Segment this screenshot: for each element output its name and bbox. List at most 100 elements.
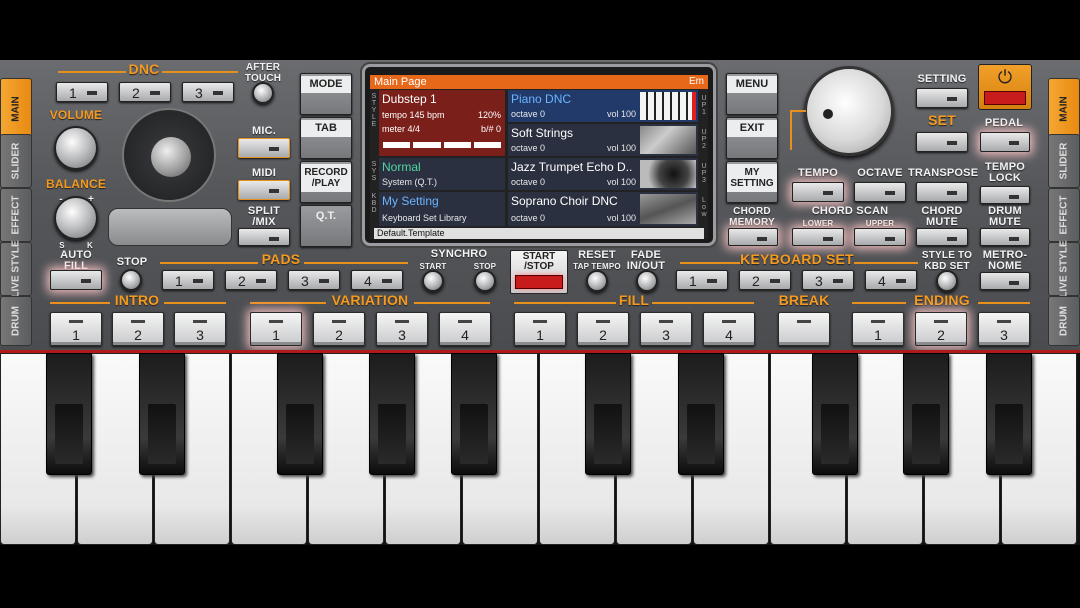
sidetab-main-left[interactable]: MAIN <box>0 78 32 140</box>
set-button[interactable] <box>916 132 968 152</box>
volume-knob[interactable] <box>54 126 98 170</box>
variation-button-1[interactable]: 1 <box>250 312 302 346</box>
fill-button-3[interactable]: 3 <box>640 312 692 346</box>
sidetab-livestyle-left[interactable]: LIVE STYLE <box>0 240 32 298</box>
intro-button-2[interactable]: 2 <box>112 312 164 346</box>
joystick-icon[interactable] <box>122 108 216 202</box>
split-mix-button[interactable] <box>238 228 290 246</box>
chord-scan-lower-button[interactable] <box>792 228 844 246</box>
black-key[interactable] <box>46 353 92 475</box>
black-key[interactable] <box>369 353 415 475</box>
fill-button-2[interactable]: 2 <box>577 312 629 346</box>
intro-button-1[interactable]: 1 <box>50 312 102 346</box>
transpose-button[interactable] <box>916 182 968 202</box>
pad-button-3[interactable]: 3 <box>288 270 340 290</box>
dnc-line-left <box>58 71 126 73</box>
qt-button[interactable]: Q.T. <box>300 205 352 247</box>
lcd-sys-cell[interactable]: Normal System (Q.T.) <box>379 158 505 190</box>
ending-button-2[interactable]: 2 <box>915 312 967 346</box>
dnc-button-1[interactable]: 1 <box>56 82 108 102</box>
intro-button-3[interactable]: 3 <box>174 312 226 346</box>
record-play-button[interactable]: RECORD /PLAY <box>300 161 352 203</box>
pedal-button[interactable] <box>980 132 1030 152</box>
tempo-button[interactable] <box>792 182 844 202</box>
tab-button[interactable]: TAB <box>300 117 352 159</box>
chord-mute-button[interactable] <box>916 228 968 246</box>
chord-scan-upper-button[interactable] <box>854 228 906 246</box>
exit-button[interactable]: EXIT <box>726 117 778 159</box>
pads-stop-knob[interactable] <box>120 269 142 291</box>
dnc-button-2[interactable]: 2 <box>119 82 171 102</box>
variation-button-4[interactable]: 4 <box>439 312 491 346</box>
dnc-button-3[interactable]: 3 <box>182 82 234 102</box>
sidetab-slider-right[interactable]: SLIDER <box>1048 134 1080 188</box>
break-label: BREAK <box>778 292 830 308</box>
kbdset-button-4[interactable]: 4 <box>865 270 917 290</box>
lcd-part-up3[interactable]: Jazz Trumpet Echo D.. octave 0 vol 100 <box>508 158 698 190</box>
black-key[interactable] <box>585 353 631 475</box>
lcd-style-cell[interactable]: Dubstep 1 tempo 145 bpm 120% meter 4/4 b… <box>379 90 505 156</box>
style-to-kbd-knob[interactable] <box>936 270 958 292</box>
part-up2-name: Soft Strings <box>511 126 574 140</box>
setting-button[interactable] <box>916 88 968 108</box>
pad-button-4[interactable]: 4 <box>351 270 403 290</box>
pad-button-2[interactable]: 2 <box>225 270 277 290</box>
power-button[interactable]: ⏻ <box>978 64 1032 110</box>
sidetab-effect-left[interactable]: EFFECT <box>0 188 32 242</box>
ending-button-3[interactable]: 3 <box>978 312 1030 346</box>
lcd-part-up2[interactable]: Soft Strings octave 0 vol 100 <box>508 124 698 156</box>
start-stop-button[interactable]: START /STOP <box>510 250 568 294</box>
synchro-start-knob[interactable] <box>422 270 444 292</box>
reset-knob[interactable] <box>586 270 608 292</box>
mic-button[interactable] <box>238 138 290 158</box>
variation-button-2[interactable]: 2 <box>313 312 365 346</box>
black-key[interactable] <box>678 353 724 475</box>
tempo-dial-icon[interactable] <box>804 66 894 156</box>
sidetab-drum-right[interactable]: DRUM <box>1048 296 1080 346</box>
kbdset-button-1[interactable]: 1 <box>676 270 728 290</box>
drum-mute-button[interactable] <box>980 228 1030 246</box>
menu-button[interactable]: MENU <box>726 73 778 115</box>
piano-keyboard <box>0 350 1080 545</box>
midi-button[interactable] <box>238 180 290 200</box>
pitch-pad[interactable] <box>108 208 232 246</box>
ending-button-1[interactable]: 1 <box>852 312 904 346</box>
drum-mute-label: DRUM MUTE <box>988 205 1022 228</box>
fill-line-left <box>514 302 616 304</box>
black-key[interactable] <box>451 353 497 475</box>
kbdset-button-2[interactable]: 2 <box>739 270 791 290</box>
sidetab-slider-left[interactable]: SLIDER <box>0 134 32 188</box>
choir-thumb <box>640 194 696 224</box>
mode-button[interactable]: MODE <box>300 73 352 115</box>
auto-fill-button[interactable] <box>50 270 102 290</box>
sidetab-drum-left[interactable]: DRUM <box>0 296 32 346</box>
black-key[interactable] <box>903 353 949 475</box>
lcd-part-low[interactable]: Soprano Choir DNC octave 0 vol 100 <box>508 192 698 226</box>
black-key[interactable] <box>812 353 858 475</box>
kbdset-button-3[interactable]: 3 <box>802 270 854 290</box>
lcd-kbd-cell[interactable]: My Setting Keyboard Set Library <box>379 192 505 226</box>
after-touch-knob[interactable] <box>252 82 274 104</box>
fill-button-4[interactable]: 4 <box>703 312 755 346</box>
lcd-part-up1[interactable]: Piano DNC octave 0 vol 100 <box>508 90 698 122</box>
metronome-button[interactable] <box>980 272 1030 290</box>
break-button[interactable] <box>778 312 830 346</box>
sidetab-livestyle-right[interactable]: LIVE STYLE <box>1048 240 1080 298</box>
pad-button-1[interactable]: 1 <box>162 270 214 290</box>
dnc-label: DNC <box>128 61 160 77</box>
variation-button-3[interactable]: 3 <box>376 312 428 346</box>
tempo-lock-button[interactable] <box>980 186 1030 204</box>
fill-button-1[interactable]: 1 <box>514 312 566 346</box>
my-setting-button[interactable]: MY SETTING <box>726 161 778 203</box>
black-key[interactable] <box>139 353 185 475</box>
synchro-stop-knob[interactable] <box>474 270 496 292</box>
sidetab-effect-right[interactable]: EFFECT <box>1048 188 1080 242</box>
black-key[interactable] <box>277 353 323 475</box>
fade-knob[interactable] <box>636 270 658 292</box>
octave-button[interactable] <box>854 182 906 202</box>
sidetab-main-right[interactable]: MAIN <box>1048 78 1080 140</box>
dial-connector <box>790 110 806 150</box>
balance-knob[interactable] <box>54 196 98 240</box>
chord-memory-button[interactable] <box>728 228 778 246</box>
black-key[interactable] <box>986 353 1032 475</box>
